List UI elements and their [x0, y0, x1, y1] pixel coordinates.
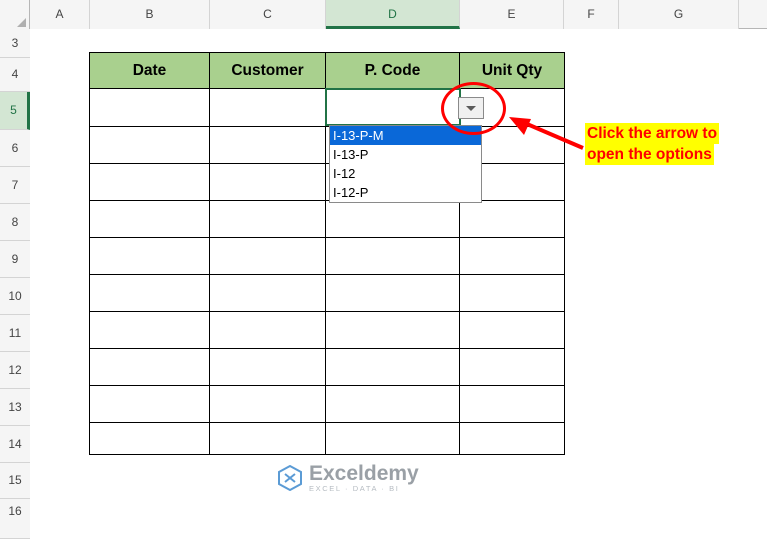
row-header-8[interactable]: 8 — [0, 204, 30, 241]
table-cell-b8[interactable] — [90, 201, 210, 238]
table-cell-b7[interactable] — [90, 164, 210, 201]
red-ellipse-highlight — [441, 82, 506, 135]
row-header-12[interactable]: 12 — [0, 352, 30, 389]
row-header-13[interactable]: 13 — [0, 389, 30, 426]
table-cell-c7[interactable] — [210, 164, 326, 201]
table-cell-d14[interactable] — [326, 423, 460, 454]
select-all-triangle-icon — [17, 18, 26, 27]
column-header-b[interactable]: B — [90, 0, 210, 29]
watermark: Exceldemy EXCEL · DATA · BI — [277, 458, 497, 498]
table-header-pcode: P. Code — [326, 53, 460, 89]
table-cell-c8[interactable] — [210, 201, 326, 238]
row-header-strip: 3 4 5 6 7 8 9 10 11 12 13 14 15 16 — [0, 29, 30, 539]
annotation-line-2: open the options — [585, 144, 714, 165]
watermark-tagline: EXCEL · DATA · BI — [309, 483, 400, 493]
exceldemy-logo-icon — [277, 464, 303, 492]
table-header-customer: Customer — [210, 53, 326, 89]
table-cell-c12[interactable] — [210, 349, 326, 386]
dropdown-option-1[interactable]: I-13-P — [330, 145, 481, 164]
column-header-e[interactable]: E — [460, 0, 564, 29]
column-header-d[interactable]: D — [326, 0, 460, 29]
table-cell-d11[interactable] — [326, 312, 460, 349]
table-cell-e9[interactable] — [460, 238, 564, 275]
row-header-11[interactable]: 11 — [0, 315, 30, 352]
table-cell-b6[interactable] — [90, 127, 210, 164]
table-header-date: Date — [90, 53, 210, 89]
table-cell-d10[interactable] — [326, 275, 460, 312]
row-header-14[interactable]: 14 — [0, 426, 30, 463]
dropdown-option-2[interactable]: I-12 — [330, 164, 481, 183]
table-cell-c10[interactable] — [210, 275, 326, 312]
table-cell-b14[interactable] — [90, 423, 210, 454]
table-cell-c11[interactable] — [210, 312, 326, 349]
row-header-9[interactable]: 9 — [0, 241, 30, 278]
column-header-a[interactable]: A — [30, 0, 90, 29]
row-header-16[interactable]: 16 — [0, 499, 30, 539]
dropdown-options-list[interactable]: I-13-P-M I-13-P I-12 I-12-P — [329, 125, 482, 203]
table-cell-c5[interactable] — [210, 89, 326, 127]
red-arrow-left-icon — [509, 117, 584, 150]
column-header-c[interactable]: C — [210, 0, 326, 29]
select-all-corner[interactable] — [0, 0, 30, 29]
table-cell-c6[interactable] — [210, 127, 326, 164]
column-header-strip: A B C D E F G — [0, 0, 767, 29]
table-cell-d13[interactable] — [326, 386, 460, 423]
row-header-4[interactable]: 4 — [0, 58, 30, 92]
annotation-line-1: Click the arrow to — [585, 123, 720, 144]
table-cell-b11[interactable] — [90, 312, 210, 349]
table-cell-e10[interactable] — [460, 275, 564, 312]
table-cell-d9[interactable] — [326, 238, 460, 275]
table-cell-e12[interactable] — [460, 349, 564, 386]
table-cell-b5[interactable] — [90, 89, 210, 127]
row-header-5[interactable]: 5 — [0, 92, 30, 130]
table-cell-c13[interactable] — [210, 386, 326, 423]
table-cell-c14[interactable] — [210, 423, 326, 454]
table-cell-b10[interactable] — [90, 275, 210, 312]
row-header-15[interactable]: 15 — [0, 463, 30, 499]
row-header-10[interactable]: 10 — [0, 278, 30, 315]
table-cell-e11[interactable] — [460, 312, 564, 349]
table-cell-e14[interactable] — [460, 423, 564, 454]
dropdown-option-3[interactable]: I-12-P — [330, 183, 481, 202]
table-cell-c9[interactable] — [210, 238, 326, 275]
column-header-f[interactable]: F — [564, 0, 619, 29]
table-cell-e13[interactable] — [460, 386, 564, 423]
table-cell-d12[interactable] — [326, 349, 460, 386]
watermark-name: Exceldemy — [309, 461, 419, 485]
table-cell-d5[interactable] — [326, 89, 460, 127]
table-cell-b12[interactable] — [90, 349, 210, 386]
table-cell-b9[interactable] — [90, 238, 210, 275]
row-header-3[interactable]: 3 — [0, 29, 30, 58]
table-cell-e8[interactable] — [460, 201, 564, 238]
spreadsheet-grid: A B C D E F G 3 4 5 6 7 8 9 10 11 12 13 … — [0, 0, 767, 539]
table-cell-b13[interactable] — [90, 386, 210, 423]
table-cell-d8[interactable] — [326, 201, 460, 238]
row-header-7[interactable]: 7 — [0, 167, 30, 204]
column-header-g[interactable]: G — [619, 0, 739, 29]
row-header-6[interactable]: 6 — [0, 130, 30, 167]
